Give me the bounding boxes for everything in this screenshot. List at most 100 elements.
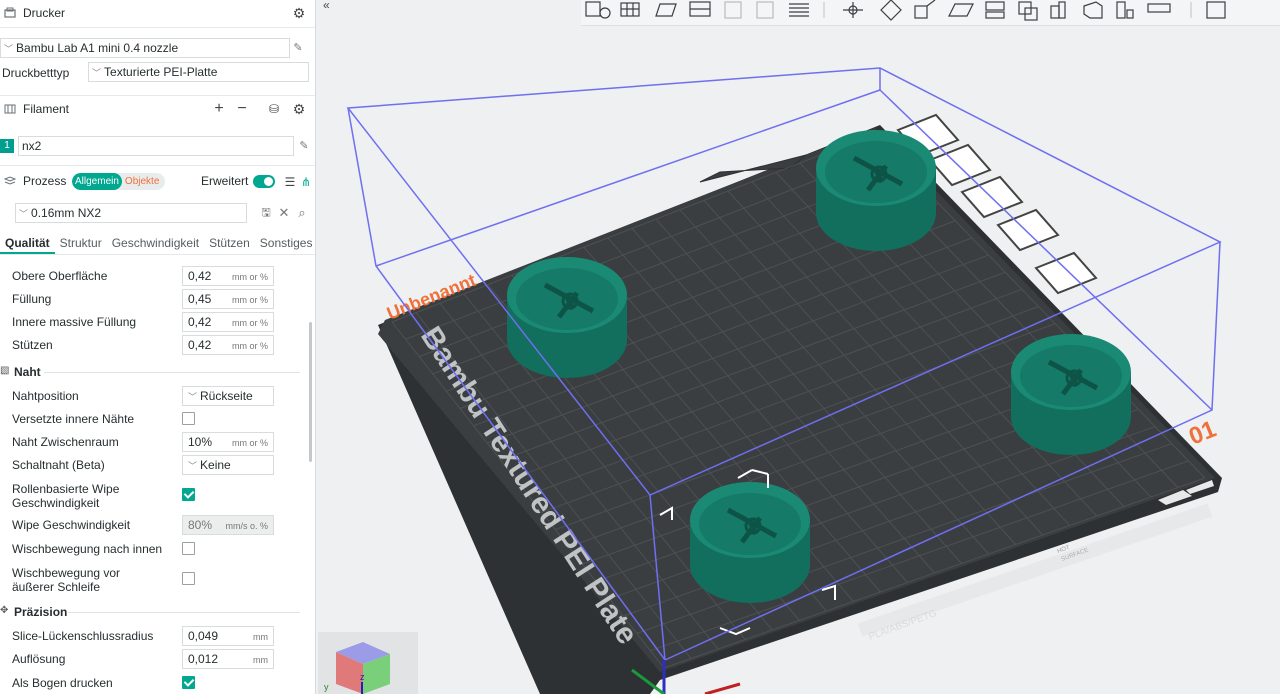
setting-label: Nahtposition: [12, 389, 79, 403]
printer-preset-select[interactable]: ﹀ Bambu Lab A1 mini 0.4 nozzle: [0, 38, 290, 58]
setting-label: Slice-Lückenschlussradius: [12, 629, 154, 643]
process-preset-select[interactable]: ﹀ 0.16mm NX2: [15, 203, 247, 223]
arc-fitting-checkbox[interactable]: [182, 676, 195, 689]
search-icon[interactable]: ⌕: [295, 206, 309, 220]
measure-icon[interactable]: [1147, 3, 1171, 13]
setting-label: Innere massive Füllung: [12, 315, 137, 329]
setting-input[interactable]: 10% mm or %: [182, 432, 274, 452]
part-model[interactable]: [507, 257, 627, 378]
tree-icon[interactable]: ⋔: [298, 174, 314, 190]
wipe-before-outer-checkbox[interactable]: [182, 572, 195, 585]
compare-icon[interactable]: ☰: [282, 174, 298, 190]
setting-label: Rollenbasierte Wipe Geschwindigkeit: [12, 482, 120, 510]
filament-slot-badge[interactable]: 1: [0, 139, 14, 153]
lock-plate-icon[interactable]: [996, 208, 1060, 252]
setting-row: Obere Oberfläche 0,42 mm or %: [0, 265, 306, 287]
setting-label: Versetzte innere Nähte: [12, 412, 135, 426]
role-based-wipe-checkbox[interactable]: [182, 488, 195, 501]
scene-canvas[interactable]: Bambu Textured PEI Plate Unbenannt 01 PL…: [317, 0, 1280, 694]
text-tool-icon[interactable]: [1116, 1, 1134, 19]
move-icon[interactable]: [843, 2, 863, 18]
assembly-view-icon[interactable]: [1206, 1, 1226, 19]
chevron-down-icon: ﹀: [4, 43, 14, 54]
auto-orient-icon[interactable]: [655, 3, 677, 17]
setting-unit: mm: [253, 632, 268, 642]
cut-icon[interactable]: [985, 1, 1005, 19]
seam-paint-icon[interactable]: [1083, 1, 1103, 19]
setting-row: Slice-Lückenschlussradius 0,049 mm: [0, 625, 306, 647]
process-mode-toggle[interactable]: Allgemein Objekte: [72, 173, 165, 190]
scale-icon[interactable]: [914, 0, 936, 19]
filament-name: nx2: [22, 139, 42, 153]
group-title: Naht: [14, 365, 41, 379]
save-preset-icon[interactable]: 🖫: [259, 206, 273, 220]
part-model[interactable]: [690, 482, 810, 603]
add-plate-icon[interactable]: [620, 2, 640, 17]
setting-input[interactable]: 0,45 mm or %: [182, 289, 274, 309]
filament-select[interactable]: nx2: [18, 136, 294, 156]
edit-filament-icon[interactable]: ✎: [297, 139, 311, 153]
support-paint-icon[interactable]: [1050, 1, 1066, 19]
setting-row: Naht Zwischenraum 10% mm or %: [0, 431, 306, 453]
tab-speed[interactable]: Geschwindigkeit: [107, 234, 204, 254]
divider: [68, 612, 300, 613]
wipe-inward-checkbox[interactable]: [182, 542, 195, 555]
layer-zero-icon[interactable]: [724, 1, 742, 19]
printer-settings-gear-icon[interactable]: ⚙: [291, 5, 307, 21]
setting-input[interactable]: 0,42 mm or %: [182, 312, 274, 332]
add-filament-icon[interactable]: +: [211, 101, 227, 117]
layers-icon: [3, 174, 17, 188]
setting-unit: mm or %: [232, 318, 268, 328]
3d-viewport[interactable]: Bambu Textured PEI Plate Unbenannt 01 PL…: [317, 0, 1280, 694]
seam-position-select[interactable]: ﹀ Rückseite: [182, 386, 274, 406]
rotate-icon[interactable]: [880, 0, 902, 21]
setting-input[interactable]: 0,42 mm or %: [182, 266, 274, 286]
plate-number-label: 01: [1185, 416, 1220, 451]
tab-others[interactable]: Sonstiges: [255, 234, 315, 254]
scarf-seam-select[interactable]: ﹀ Keine: [182, 455, 274, 475]
filament-settings-gear-icon[interactable]: ⚙: [291, 101, 307, 117]
staggered-seams-checkbox[interactable]: [182, 412, 195, 425]
lay-on-face-icon[interactable]: [948, 3, 974, 17]
setting-unit: mm/s o. %: [225, 521, 268, 531]
tab-quality[interactable]: Qualität: [0, 234, 55, 254]
boolean-icon[interactable]: [1018, 1, 1038, 21]
collapse-sidebar-icon[interactable]: «: [323, 0, 339, 12]
setting-input[interactable]: 0,42 mm or %: [182, 335, 274, 355]
part-model[interactable]: [1011, 334, 1131, 455]
filament-section-title: Filament: [23, 102, 70, 116]
arrange-plate-icon[interactable]: [928, 143, 992, 187]
view-orientation-cube[interactable]: z y: [318, 632, 418, 694]
setting-row: Füllung 0,45 mm or %: [0, 288, 306, 310]
remove-filament-icon[interactable]: −: [234, 101, 250, 117]
plate-p-icon[interactable]: [756, 1, 774, 19]
seam-group-header: ▧ Naht: [0, 362, 306, 382]
setting-row: Als Bogen drucken: [0, 672, 306, 694]
mode-objects[interactable]: Objekte: [122, 176, 162, 187]
divider: [0, 254, 315, 255]
axis-y-label: y: [324, 682, 329, 692]
layers-list-icon[interactable]: [789, 3, 809, 17]
process-section-title: Prozess: [23, 174, 67, 188]
setting-row: Versetzte innere Nähte: [0, 408, 306, 430]
arrange-icon[interactable]: [689, 1, 711, 17]
bed-type-select[interactable]: ﹀ Texturierte PEI-Platte: [88, 62, 309, 82]
mode-global[interactable]: Allgemein: [72, 173, 122, 190]
part-model[interactable]: [816, 130, 936, 251]
settings-scrollbar[interactable]: [309, 322, 312, 462]
advanced-label: Erweitert: [201, 174, 249, 188]
advanced-switch[interactable]: [253, 175, 275, 188]
setting-unit: mm or %: [232, 438, 268, 448]
setting-input[interactable]: 0,049 mm: [182, 626, 274, 646]
edit-printer-icon[interactable]: ✎: [291, 41, 305, 55]
divider: [44, 372, 300, 373]
setting-input[interactable]: 80% mm/s o. %: [182, 515, 274, 535]
sync-filament-icon[interactable]: ⛁: [266, 101, 282, 117]
close-icon[interactable]: ✕: [277, 206, 291, 220]
tab-supports[interactable]: Stützen: [204, 234, 255, 254]
printer-section-header[interactable]: Drucker: [0, 0, 315, 26]
plate-settings-icon[interactable]: [1034, 251, 1098, 295]
add-object-icon[interactable]: [585, 1, 611, 19]
tab-structure[interactable]: Struktur: [55, 234, 107, 254]
setting-input[interactable]: 0,012 mm: [182, 649, 274, 669]
